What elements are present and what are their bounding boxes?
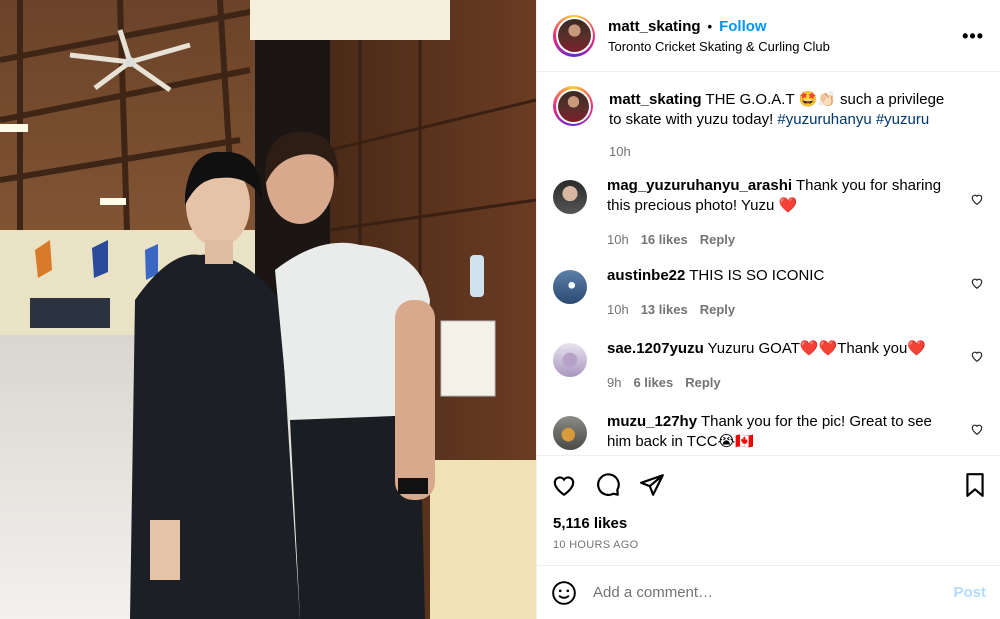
commenter-avatar[interactable]: [553, 343, 587, 377]
comment-time: 10h: [607, 302, 629, 317]
emoji-picker-icon[interactable]: [551, 580, 577, 606]
comment-emoji: ❤️❤️: [799, 340, 838, 357]
comment-likes[interactable]: 6 likes: [633, 373, 673, 393]
caption-avatar[interactable]: [553, 86, 593, 126]
like-comment-heart-icon[interactable]: [970, 422, 984, 436]
comment-time: 10h: [607, 232, 629, 247]
caption: matt_skating THE G.O.A.T 🤩👏🏻 such a priv…: [553, 86, 984, 176]
comment-text: Yuzuru GOAT: [703, 340, 800, 357]
comment-likes[interactable]: 13 likes: [641, 300, 688, 320]
commenter-username[interactable]: austinbe22: [607, 267, 685, 284]
like-comment-heart-icon[interactable]: [970, 276, 984, 290]
add-comment-input[interactable]: [593, 584, 954, 601]
post-header: matt_skating • Follow Toronto Cricket Sk…: [537, 0, 1000, 72]
caption-time: 10h: [609, 144, 631, 159]
commenter-username[interactable]: sae.1207yuzu: [607, 340, 704, 357]
commenter-avatar[interactable]: [553, 270, 587, 304]
comment-emoji: 😭🇨🇦: [717, 433, 754, 450]
comment-text-2: Thank you: [837, 340, 908, 357]
comment-likes[interactable]: 16 likes: [641, 230, 688, 250]
reply-button[interactable]: Reply: [685, 373, 720, 393]
follow-button[interactable]: Follow: [719, 18, 767, 35]
post-side-panel: matt_skating • Follow Toronto Cricket Sk…: [536, 0, 1000, 619]
author-username[interactable]: matt_skating: [608, 18, 701, 35]
comment-item: austinbe22 THIS IS SO ICONIC 10h 13 like…: [553, 266, 984, 339]
author-avatar[interactable]: [553, 14, 595, 57]
caption-text: THE G.O.A.T: [701, 91, 799, 108]
hashtag-link[interactable]: #yuzuru: [876, 111, 929, 128]
commenter-username[interactable]: muzu_127hy: [607, 413, 697, 430]
more-horizontal-icon[interactable]: •••: [962, 26, 984, 47]
share-send-icon[interactable]: [639, 472, 667, 500]
reply-button[interactable]: Reply: [700, 230, 735, 250]
commenter-avatar[interactable]: [553, 416, 587, 450]
like-comment-heart-icon[interactable]: [970, 349, 984, 363]
commenter-username[interactable]: mag_yuzuruhanyu_arashi: [607, 177, 792, 194]
comment-time: 9h: [607, 375, 622, 390]
separator-dot: •: [707, 18, 713, 34]
location-link[interactable]: Toronto Cricket Skating & Curling Club: [608, 39, 830, 54]
photo-illustration: [0, 0, 536, 619]
caption-username[interactable]: matt_skating: [609, 91, 702, 108]
hashtag-link[interactable]: #yuzuruhanyu: [777, 111, 871, 128]
add-comment-bar: Post: [537, 565, 1000, 619]
likes-count[interactable]: 5,116 likes: [537, 515, 1000, 537]
like-heart-icon[interactable]: [551, 472, 579, 500]
comment-emoji: ❤️: [778, 197, 798, 214]
comment-bubble-icon[interactable]: [595, 472, 623, 500]
reply-button[interactable]: Reply: [700, 300, 735, 320]
bookmark-save-icon[interactable]: [962, 472, 988, 498]
like-comment-heart-icon[interactable]: [970, 192, 984, 206]
post-photo[interactable]: [0, 0, 536, 619]
comment-item: mag_yuzuruhanyu_arashi Thank you for sha…: [553, 176, 984, 266]
comment-item: sae.1207yuzu Yuzuru GOAT❤️❤️Thank you❤️ …: [553, 339, 984, 412]
post-actions: [537, 455, 1000, 515]
comments-list[interactable]: matt_skating THE G.O.A.T 🤩👏🏻 such a priv…: [537, 72, 1000, 455]
caption-emojis: 🤩👏🏻: [798, 91, 836, 108]
post-comment-button[interactable]: Post: [953, 584, 986, 601]
comment-item: muzu_127hy Thank you for the pic! Great …: [553, 412, 984, 455]
comment-emoji-2: ❤️: [907, 340, 926, 357]
commenter-avatar[interactable]: [553, 180, 587, 214]
comment-text: THIS IS SO ICONIC: [685, 267, 825, 284]
post-timestamp: 10 HOURS AGO: [553, 539, 639, 551]
